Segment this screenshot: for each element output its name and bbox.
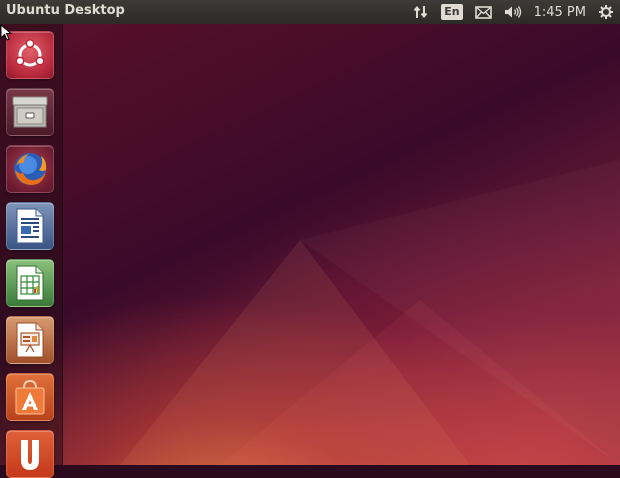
desktop-wallpaper <box>0 0 620 465</box>
launcher-item-ubuntu-software-center[interactable] <box>6 373 54 421</box>
keyboard-layout-label: En <box>441 4 463 20</box>
file-cabinet-icon <box>12 96 48 128</box>
launcher-item-firefox[interactable] <box>6 145 54 193</box>
clock-label: 1:45 PM <box>533 4 586 20</box>
calc-spreadsheet-icon <box>16 265 44 301</box>
keyboard-layout-indicator[interactable]: En <box>441 0 463 24</box>
volume-icon <box>504 6 521 18</box>
sound-indicator[interactable] <box>504 0 522 24</box>
network-indicator[interactable] <box>413 0 429 24</box>
software-center-bag-icon <box>15 379 45 415</box>
launcher-item-dash-home[interactable] <box>6 31 54 79</box>
mouse-pointer <box>0 24 12 41</box>
launcher-item-libreoffice-writer[interactable] <box>6 202 54 250</box>
launcher-item-libreoffice-impress[interactable] <box>6 316 54 364</box>
impress-presentation-icon <box>16 322 44 358</box>
session-indicator[interactable] <box>598 0 614 24</box>
launcher-item-ubuntu-one[interactable] <box>6 430 54 478</box>
ubuntu-logo-icon <box>15 38 45 67</box>
launcher-item-files[interactable] <box>6 88 54 136</box>
firefox-icon <box>14 153 47 185</box>
launcher <box>0 24 63 478</box>
network-arrows-icon <box>413 5 428 19</box>
window-title: Ubuntu Desktop <box>6 3 125 18</box>
gear-icon <box>599 5 613 19</box>
envelope-icon <box>474 5 492 19</box>
indicator-area: En 1:45 PM <box>413 0 614 24</box>
top-panel: Ubuntu Desktop En 1:45 PM <box>0 0 620 24</box>
writer-document-icon <box>16 208 44 244</box>
messaging-indicator[interactable] <box>474 0 492 24</box>
clock-indicator[interactable]: 1:45 PM <box>534 0 586 24</box>
launcher-item-libreoffice-calc[interactable] <box>6 259 54 307</box>
ubuntu-one-icon <box>21 440 39 470</box>
